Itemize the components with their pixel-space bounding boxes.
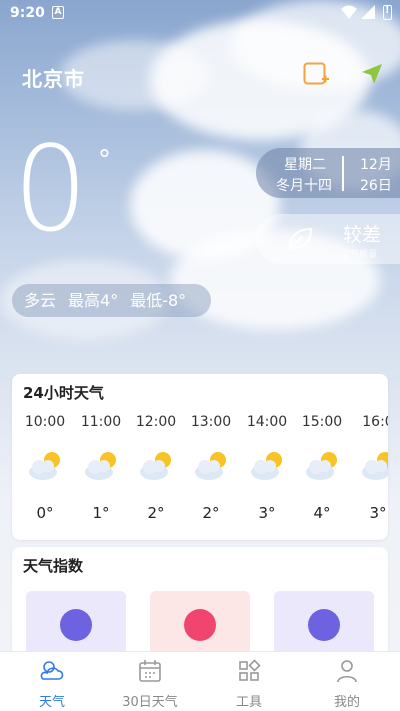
header-divider xyxy=(345,66,346,84)
nav-label: 我的 xyxy=(333,695,360,710)
month: 12月 xyxy=(360,157,392,173)
partly-cloudy-icon xyxy=(195,452,226,480)
bottom-nav: 天气 30日天气 工具 我的 xyxy=(0,651,400,711)
hour-time: 16:0 xyxy=(362,414,388,430)
signal-icon xyxy=(361,5,375,19)
weather-summary: 多云 最高4° 最低-8° xyxy=(12,284,211,317)
hour-time: 11:00 xyxy=(80,414,122,430)
nav-item-tools-grid[interactable]: 工具 xyxy=(209,658,289,710)
hour-item: 13:00 2° xyxy=(183,414,239,522)
partly-cloudy-icon xyxy=(140,452,171,480)
high-temp: 最高4° xyxy=(68,291,119,310)
weather-index-card: 天气指数 xyxy=(12,547,388,657)
calendar-icon xyxy=(137,658,163,684)
nav-label: 天气 xyxy=(38,695,65,710)
battery-icon xyxy=(383,5,392,20)
hour-item: 16:0 3° xyxy=(350,414,388,522)
day: 26日 xyxy=(360,178,392,194)
hour-temp: 3° xyxy=(258,504,276,522)
profile-icon xyxy=(334,658,360,684)
current-temperature: 0 xyxy=(13,120,89,258)
partly-cloudy-icon xyxy=(251,452,282,480)
index-title: 天气指数 xyxy=(23,557,84,575)
low-temp: 最低-8° xyxy=(130,291,187,310)
hour-item: 12:00 2° xyxy=(128,414,184,522)
hourly-title: 24小时天气 xyxy=(23,384,104,402)
condition: 多云 xyxy=(24,291,57,310)
status-time: 9:20 xyxy=(10,5,45,21)
hour-temp: 2° xyxy=(147,504,165,522)
weather-icon xyxy=(39,658,65,684)
nav-label: 30日天气 xyxy=(122,695,178,710)
nav-item-weather[interactable]: 天气 xyxy=(12,658,92,710)
hour-temp: 4° xyxy=(313,504,331,522)
partly-cloudy-icon xyxy=(29,452,60,480)
air-quality-label: 空气质量 xyxy=(341,250,378,260)
hour-time: 14:00 xyxy=(246,414,288,430)
hourly-list[interactable]: 10:00 0° 11:00 1° 12:00 2° 13:00 2° 14:00 3° 15:00… xyxy=(12,414,388,534)
date-pill: 星期二 冬月十四 12月 26日 xyxy=(256,148,400,198)
hour-item: 14:00 3° xyxy=(239,414,295,522)
hour-time: 12:00 xyxy=(135,414,177,430)
hourly-forecast-card: 24小时天气 10:00 0° 11:00 1° 12:00 2° 13:00 2° 14:00… xyxy=(12,374,388,540)
hour-time: 10:00 xyxy=(24,414,66,430)
notification-a-icon: A xyxy=(52,6,64,19)
hour-time: 15:00 xyxy=(301,414,343,430)
partly-cloudy-icon xyxy=(306,452,337,480)
hour-temp: 2° xyxy=(202,504,220,522)
partly-cloudy-icon xyxy=(362,452,388,480)
weekday: 星期二 xyxy=(284,157,326,173)
degree-symbol: ° xyxy=(98,145,111,175)
hour-temp: 0° xyxy=(36,504,54,522)
tools-grid-icon xyxy=(236,658,262,684)
hour-item: 15:00 4° xyxy=(294,414,350,522)
add-city-icon[interactable] xyxy=(303,62,330,87)
index-item[interactable] xyxy=(150,591,250,657)
nav-label: 工具 xyxy=(235,695,262,710)
date-divider xyxy=(342,156,344,191)
hour-time: 13:00 xyxy=(190,414,232,430)
wifi-icon xyxy=(341,5,357,19)
clothing-icon xyxy=(184,609,216,641)
umbrella-icon xyxy=(308,609,340,641)
status-bar: 9:20 A xyxy=(0,0,400,26)
location-arrow-icon[interactable] xyxy=(360,62,384,86)
air-quality-pill[interactable]: 较差 空气质量 xyxy=(256,214,400,264)
basketball-icon xyxy=(60,609,92,641)
city-name[interactable]: 北京市 xyxy=(22,63,85,92)
hour-temp: 1° xyxy=(92,504,110,522)
index-item[interactable] xyxy=(274,591,374,657)
lunar-date: 冬月十四 xyxy=(276,178,332,194)
nav-item-calendar[interactable]: 30日天气 xyxy=(110,658,190,710)
partly-cloudy-icon xyxy=(85,452,116,480)
hour-item: 10:00 0° xyxy=(17,414,73,522)
leaf-icon xyxy=(288,227,313,250)
index-item[interactable] xyxy=(26,591,126,657)
air-quality-value: 较差 xyxy=(343,224,382,246)
hour-temp: 3° xyxy=(369,504,387,522)
hour-item: 11:00 1° xyxy=(73,414,129,522)
nav-item-profile[interactable]: 我的 xyxy=(307,658,387,710)
